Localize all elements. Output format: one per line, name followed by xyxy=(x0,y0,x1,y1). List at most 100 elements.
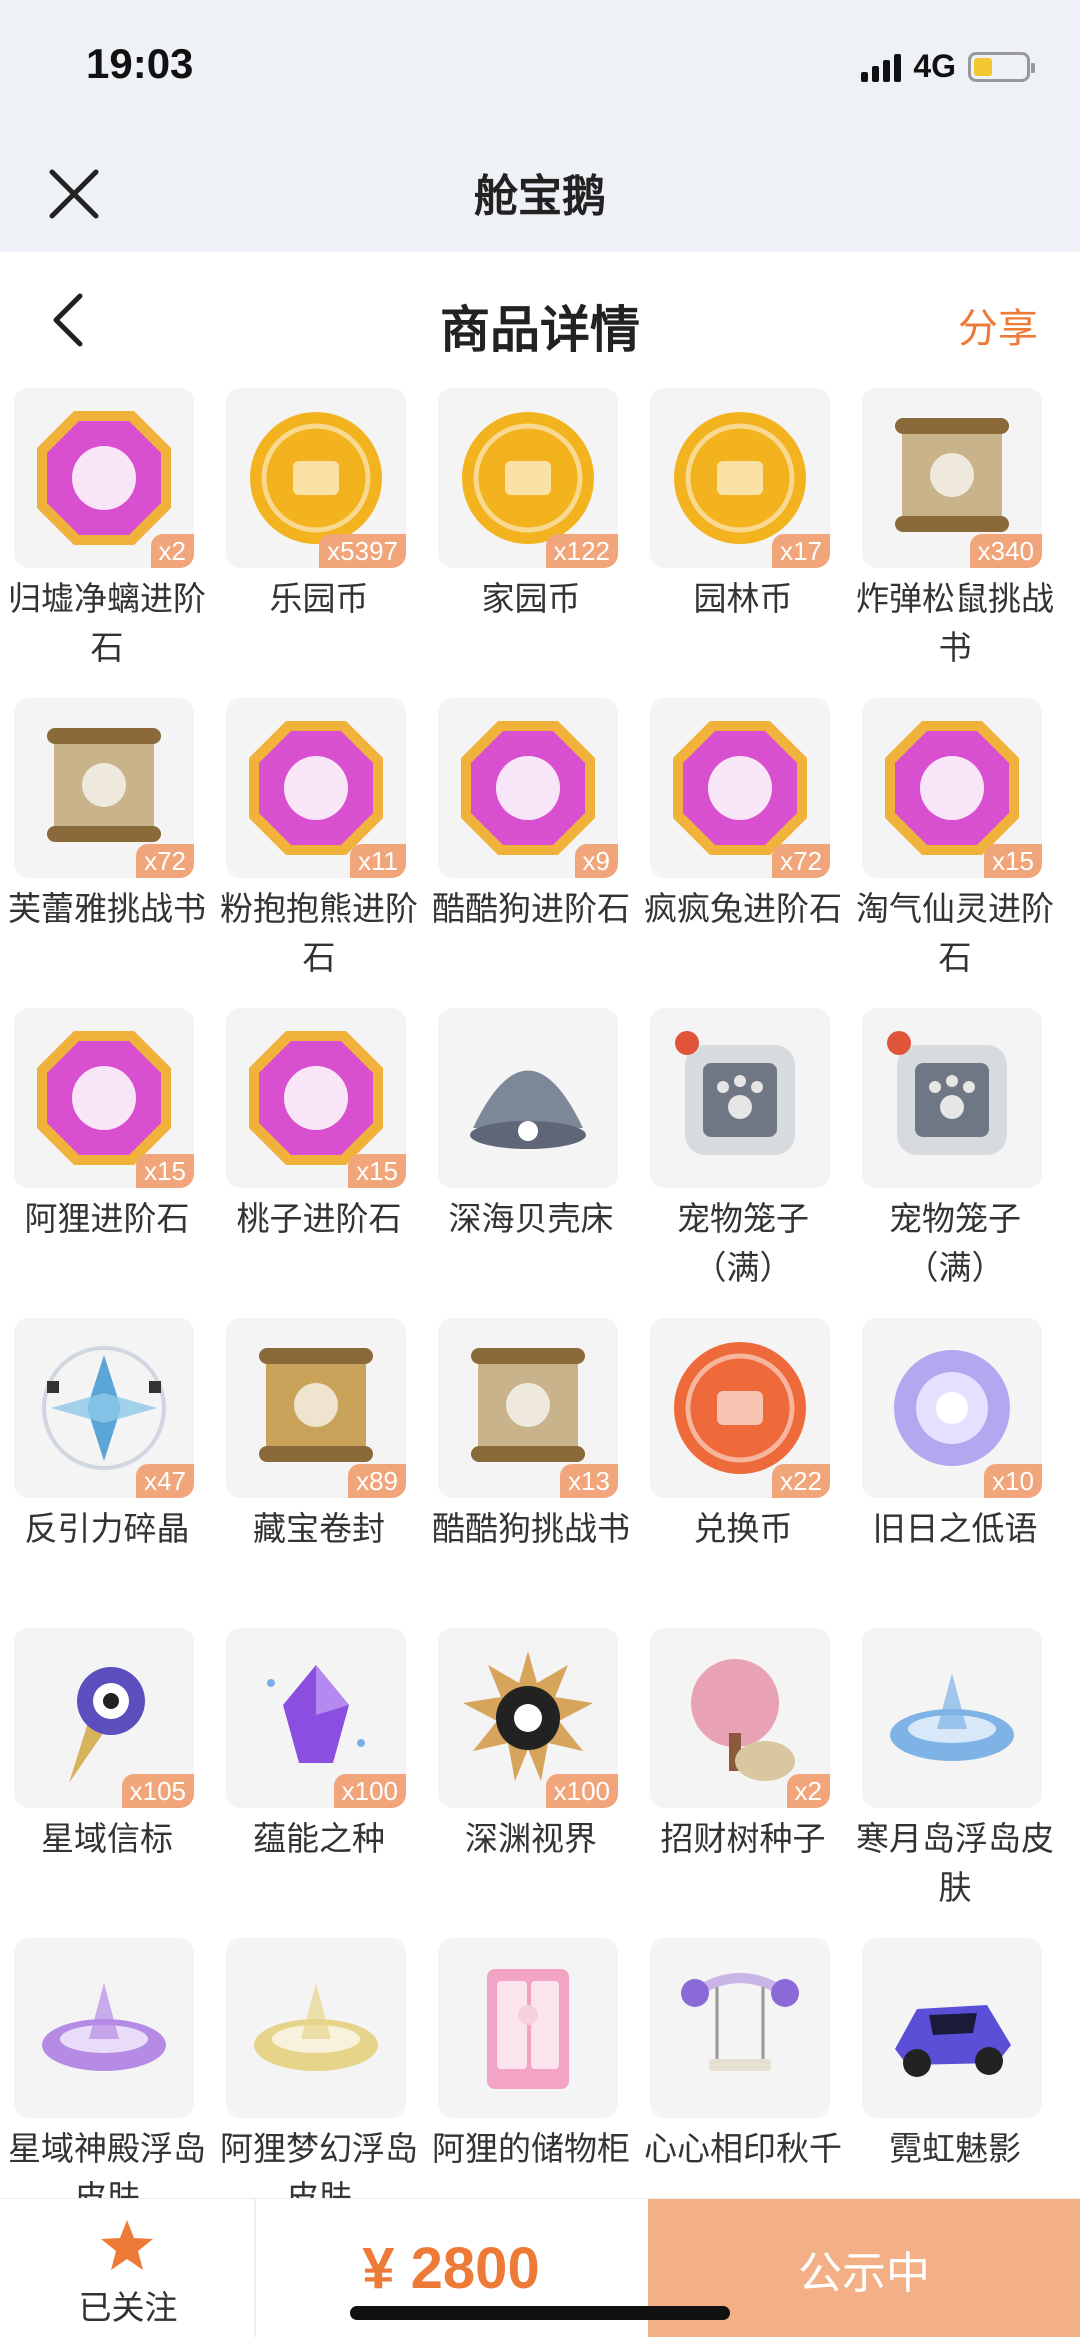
item-card[interactable]: 星域神殿浮岛皮肤 xyxy=(2,1938,212,2198)
item-card[interactable]: x17 园林币 xyxy=(638,388,848,688)
item-card[interactable]: 深海贝壳床 xyxy=(426,1008,636,1308)
item-name: 星域神殿浮岛皮肤 xyxy=(8,2130,206,2198)
item-name: 深渊视界 xyxy=(465,1820,597,1857)
follow-label: 已关注 xyxy=(78,2289,178,2326)
item-card[interactable]: x47 反引力碎晶 xyxy=(2,1318,212,1618)
item-thumbnail xyxy=(862,1628,1042,1808)
item-thumbnail xyxy=(862,1938,1042,2118)
item-thumbnail: x15 xyxy=(226,1008,406,1188)
tree-icon xyxy=(691,1659,795,1781)
item-card[interactable]: x100 深渊视界 xyxy=(426,1628,636,1928)
item-thumbnail: x9 xyxy=(438,698,618,878)
item-name: 深海贝壳床 xyxy=(448,1200,614,1237)
quantity-badge: x105 xyxy=(121,1774,194,1808)
gem-icon xyxy=(249,1031,383,1165)
item-card[interactable]: x100 蕴能之种 xyxy=(214,1628,424,1928)
item-card[interactable]: 心心相印秋千 xyxy=(638,1938,848,2198)
item-thumbnail: x100 xyxy=(438,1628,618,1808)
beacon-icon xyxy=(69,1667,145,1783)
page-header: 商品详情 分享 xyxy=(0,252,1080,388)
coin-icon xyxy=(674,412,806,544)
item-card[interactable]: 寒月岛浮岛皮肤 xyxy=(850,1628,1060,1928)
quantity-badge: x72 xyxy=(136,844,194,878)
item-card[interactable]: x340 炸弹松鼠挑战书 xyxy=(850,388,1060,688)
quantity-badge: x5397 xyxy=(319,534,406,568)
item-card[interactable]: x15 桃子进阶石 xyxy=(214,1008,424,1308)
crystal-icon xyxy=(42,1346,166,1470)
share-button[interactable]: 分享 xyxy=(958,296,1038,354)
item-card[interactable]: 霓虹魅影 xyxy=(850,1938,1060,2198)
item-card[interactable]: 阿狸的储物柜 xyxy=(426,1938,636,2198)
item-name: 炸弹松鼠挑战书 xyxy=(856,580,1054,666)
item-name: 星域信标 xyxy=(41,1820,173,1857)
quantity-badge: x10 xyxy=(984,1464,1042,1498)
app-header: 舱宝鹅 xyxy=(0,140,1080,252)
island-icon xyxy=(890,1673,1014,1761)
gem-icon xyxy=(37,1031,171,1165)
island-icon xyxy=(254,1983,378,2071)
item-thumbnail xyxy=(862,1008,1042,1188)
gem-icon xyxy=(461,721,595,855)
item-card[interactable]: x122 家园币 xyxy=(426,388,636,688)
quantity-badge: x2 xyxy=(786,1774,830,1808)
item-thumbnail: x5397 xyxy=(226,388,406,568)
item-thumbnail xyxy=(438,1938,618,2118)
item-thumbnail xyxy=(650,1008,830,1188)
item-card[interactable]: x22 兑换币 xyxy=(638,1318,848,1618)
item-card[interactable]: x10 旧日之低语 xyxy=(850,1318,1060,1618)
item-name: 家园币 xyxy=(481,580,581,617)
quantity-badge: x17 xyxy=(772,534,830,568)
quantity-badge: x13 xyxy=(560,1464,618,1498)
item-thumbnail: x122 xyxy=(438,388,618,568)
battery-icon xyxy=(968,51,1035,82)
item-card[interactable]: 阿狸梦幻浮岛皮肤 xyxy=(214,1938,424,2198)
item-thumbnail: x10 xyxy=(862,1318,1042,1498)
item-name: 反引力碎晶 xyxy=(24,1510,190,1547)
signal-icon xyxy=(861,52,902,82)
item-card[interactable]: x72 疯疯兔进阶石 xyxy=(638,698,848,998)
item-card[interactable]: x2 招财树种子 xyxy=(638,1628,848,1928)
item-card[interactable]: x15 淘气仙灵进阶石 xyxy=(850,698,1060,998)
item-thumbnail: x15 xyxy=(862,698,1042,878)
island-icon xyxy=(42,1983,166,2071)
gem-icon xyxy=(249,721,383,855)
quantity-badge: x122 xyxy=(545,534,618,568)
item-name: 淘气仙灵进阶石 xyxy=(856,890,1054,976)
item-name: 阿狸的储物柜 xyxy=(432,2130,630,2167)
item-name: 归墟净螭进阶石 xyxy=(8,580,206,666)
coin-icon xyxy=(462,412,594,544)
coin-icon xyxy=(250,412,382,544)
item-card[interactable]: x9 酷酷狗进阶石 xyxy=(426,698,636,998)
item-card[interactable]: x105 星域信标 xyxy=(2,1628,212,1928)
item-card[interactable]: x89 藏宝卷封 xyxy=(214,1318,424,1618)
item-card[interactable]: x11 粉抱抱熊进阶石 xyxy=(214,698,424,998)
item-name: 蕴能之种 xyxy=(253,1820,385,1857)
item-thumbnail: x22 xyxy=(650,1318,830,1498)
price-label: ¥ 2800 xyxy=(362,2236,540,2301)
item-card[interactable]: x13 酷酷狗挑战书 xyxy=(426,1318,636,1618)
home-indicator xyxy=(350,2306,730,2320)
item-thumbnail: x100 xyxy=(226,1628,406,1808)
cage-icon xyxy=(675,1031,795,1155)
item-thumbnail: x105 xyxy=(14,1628,194,1808)
item-thumbnail xyxy=(14,1938,194,2118)
status-indicators: 4G xyxy=(861,48,1035,85)
cage-icon xyxy=(887,1031,1007,1155)
item-name: 招财树种子 xyxy=(660,1820,826,1857)
shell-icon xyxy=(470,1070,586,1149)
item-card[interactable]: x5397 乐园币 xyxy=(214,388,424,688)
seed-icon xyxy=(267,1665,365,1763)
item-card[interactable]: x2 归墟净螭进阶石 xyxy=(2,388,212,688)
item-card[interactable]: x15 阿狸进阶石 xyxy=(2,1008,212,1308)
item-card[interactable]: 宠物笼子（满） xyxy=(850,1008,1060,1308)
quantity-badge: x11 xyxy=(350,844,406,878)
item-name: 宠物笼子（满） xyxy=(889,1200,1021,1286)
item-name: 粉抱抱熊进阶石 xyxy=(220,890,418,976)
scroll-icon xyxy=(471,1348,585,1462)
follow-button[interactable]: 已关注 xyxy=(0,2199,256,2337)
item-name: 阿狸梦幻浮岛皮肤 xyxy=(220,2130,418,2198)
quantity-badge: x47 xyxy=(136,1464,194,1498)
quantity-badge: x22 xyxy=(772,1464,830,1498)
item-card[interactable]: 宠物笼子（满） xyxy=(638,1008,848,1308)
item-card[interactable]: x72 芙蕾雅挑战书 xyxy=(2,698,212,998)
